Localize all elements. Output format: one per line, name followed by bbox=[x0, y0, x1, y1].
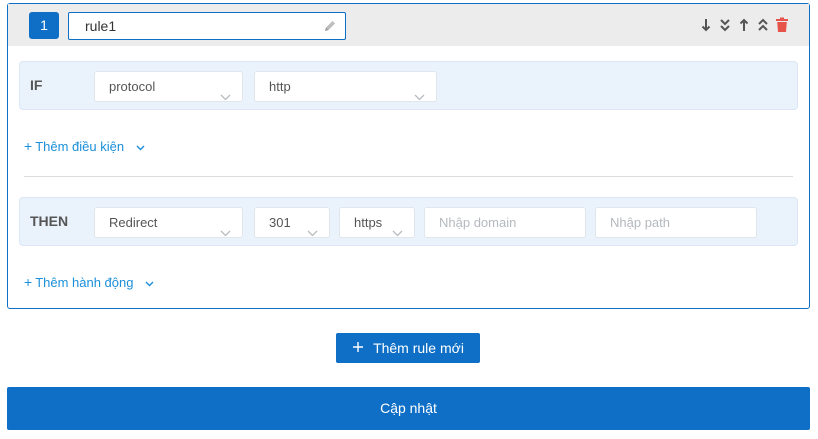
rule-toolbar bbox=[698, 15, 790, 35]
path-input[interactable] bbox=[596, 208, 756, 237]
divider bbox=[24, 176, 793, 177]
scheme-value: https bbox=[354, 215, 383, 230]
condition-block: IF protocol http bbox=[19, 61, 798, 110]
add-condition-label: Thêm điều kiện bbox=[35, 138, 125, 154]
add-action-link[interactable]: + Thêm hành động bbox=[24, 274, 154, 290]
plus-icon bbox=[352, 340, 364, 356]
if-label: IF bbox=[30, 77, 43, 93]
rule-card: 1 rule1 IF protocol http + Thêm điều kiệ… bbox=[7, 3, 810, 309]
domain-field[interactable] bbox=[424, 207, 586, 238]
chevron-down-icon bbox=[145, 275, 154, 290]
rule-header: 1 bbox=[8, 4, 809, 46]
scheme-select[interactable]: https bbox=[339, 207, 415, 238]
chevron-down-icon bbox=[307, 218, 318, 247]
action-type-value: Redirect bbox=[109, 215, 158, 230]
chevron-down-icon bbox=[220, 82, 231, 111]
chevron-down-icon bbox=[414, 82, 425, 111]
move-top-icon[interactable] bbox=[755, 15, 771, 35]
condition-value-select[interactable]: http bbox=[254, 71, 437, 102]
condition-field-value: protocol bbox=[109, 79, 156, 94]
action-block: THEN Redirect 301 https bbox=[19, 197, 798, 246]
action-type-select[interactable]: Redirect bbox=[94, 207, 243, 238]
update-button[interactable]: Cập nhật bbox=[7, 387, 810, 430]
add-rule-button[interactable]: Thêm rule mới bbox=[336, 333, 480, 363]
condition-value: http bbox=[269, 79, 291, 94]
chevron-down-icon bbox=[220, 218, 231, 247]
move-down-icon[interactable] bbox=[698, 15, 714, 35]
rule-name-field[interactable] bbox=[68, 12, 346, 40]
condition-field-select[interactable]: protocol bbox=[94, 71, 243, 102]
pencil-icon bbox=[323, 19, 337, 36]
redirect-code-select[interactable]: 301 bbox=[254, 207, 330, 238]
rule-name-input[interactable] bbox=[69, 13, 309, 39]
add-rule-label: Thêm rule mới bbox=[373, 340, 464, 356]
domain-input[interactable] bbox=[425, 208, 585, 237]
add-condition-link[interactable]: + Thêm điều kiện bbox=[24, 138, 145, 154]
move-bottom-icon[interactable] bbox=[717, 15, 733, 35]
add-action-label: Thêm hành động bbox=[35, 274, 134, 290]
chevron-down-icon bbox=[136, 139, 145, 154]
plus-icon: + bbox=[24, 274, 33, 290]
chevron-down-icon bbox=[392, 218, 403, 247]
trash-icon[interactable] bbox=[774, 15, 790, 35]
redirect-code-value: 301 bbox=[269, 215, 291, 230]
move-up-icon[interactable] bbox=[736, 15, 752, 35]
path-field[interactable] bbox=[595, 207, 757, 238]
plus-icon: + bbox=[24, 138, 33, 154]
rule-index-badge: 1 bbox=[29, 12, 59, 39]
then-label: THEN bbox=[30, 213, 69, 229]
